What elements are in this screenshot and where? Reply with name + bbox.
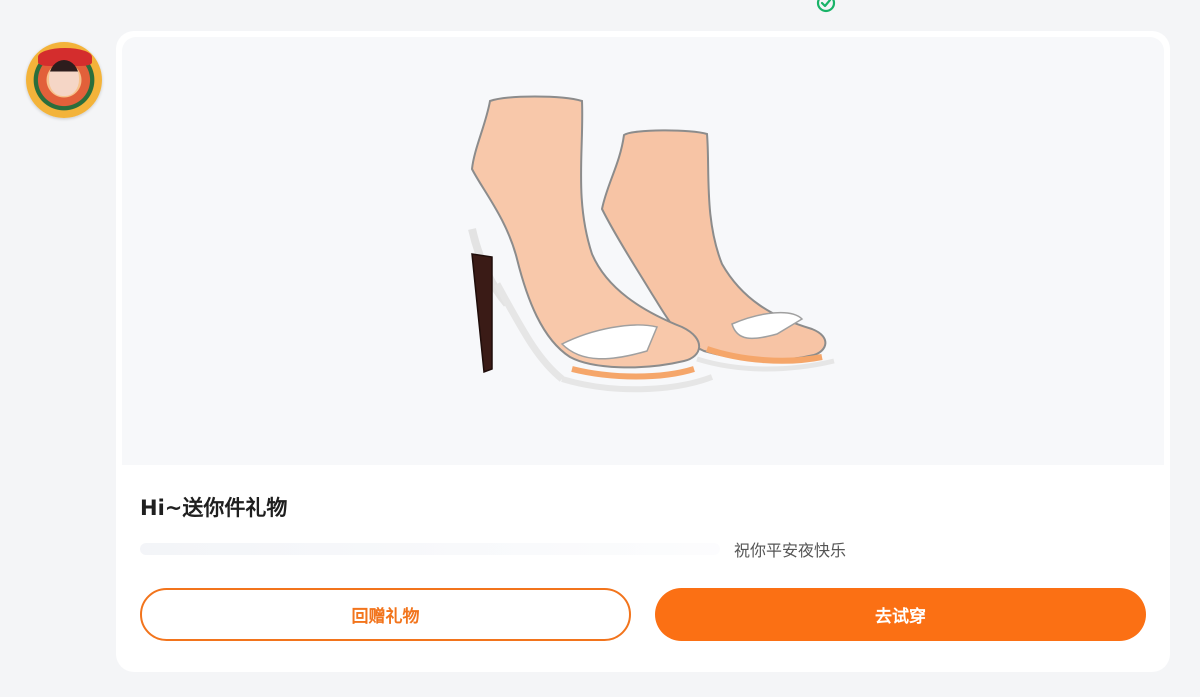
gift-title: Hi~送你件礼物: [140, 496, 288, 520]
faded-text-placeholder: [140, 543, 720, 555]
gift-message: 祝你平安夜快乐: [734, 541, 847, 560]
check-circle-icon: [816, 0, 836, 13]
page: Hi~送你件礼物 祝你平安夜快乐 回赠礼物 去试穿: [0, 0, 1200, 697]
gift-image-area[interactable]: [122, 37, 1164, 465]
avatar[interactable]: [26, 42, 102, 118]
gift-card: Hi~送你件礼物 祝你平安夜快乐 回赠礼物 去试穿: [116, 31, 1170, 672]
return-gift-button[interactable]: 回赠礼物: [140, 588, 631, 641]
high-heel-sandals-image: [468, 95, 835, 393]
avatar-face: [49, 60, 79, 96]
try-on-button[interactable]: 去试穿: [655, 588, 1146, 641]
